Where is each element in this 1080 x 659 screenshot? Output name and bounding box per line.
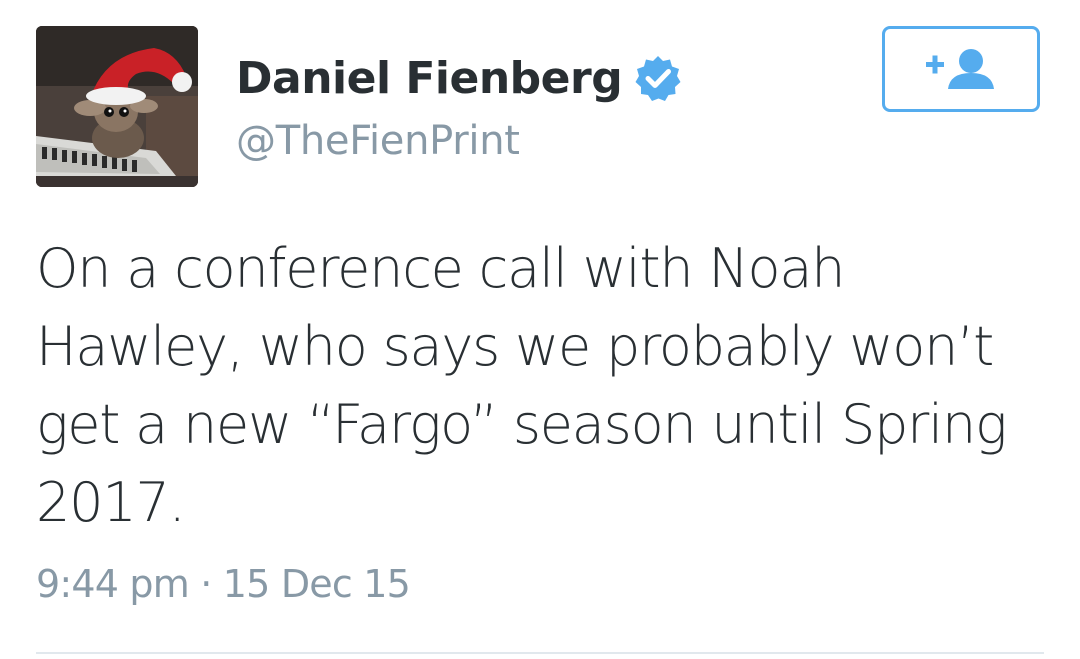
divider: [36, 652, 1044, 654]
display-name-row: Daniel Fienberg: [236, 46, 682, 110]
verified-badge-icon: [634, 54, 682, 102]
user-handle[interactable]: @TheFienPrint: [236, 118, 520, 164]
tweet-text: On a conference call with Noah Hawley, w…: [36, 237, 1007, 534]
tweet-card: Daniel Fienberg @TheFienPrint On a confe…: [0, 0, 1080, 659]
add-user-icon: [926, 49, 994, 89]
avatar[interactable]: [36, 26, 198, 187]
avatar-image: [36, 26, 198, 187]
tweet-timestamp[interactable]: 9:44 pm · 15 Dec 15: [36, 562, 411, 606]
display-name[interactable]: Daniel Fienberg: [236, 53, 623, 104]
follow-button[interactable]: [882, 26, 1040, 112]
